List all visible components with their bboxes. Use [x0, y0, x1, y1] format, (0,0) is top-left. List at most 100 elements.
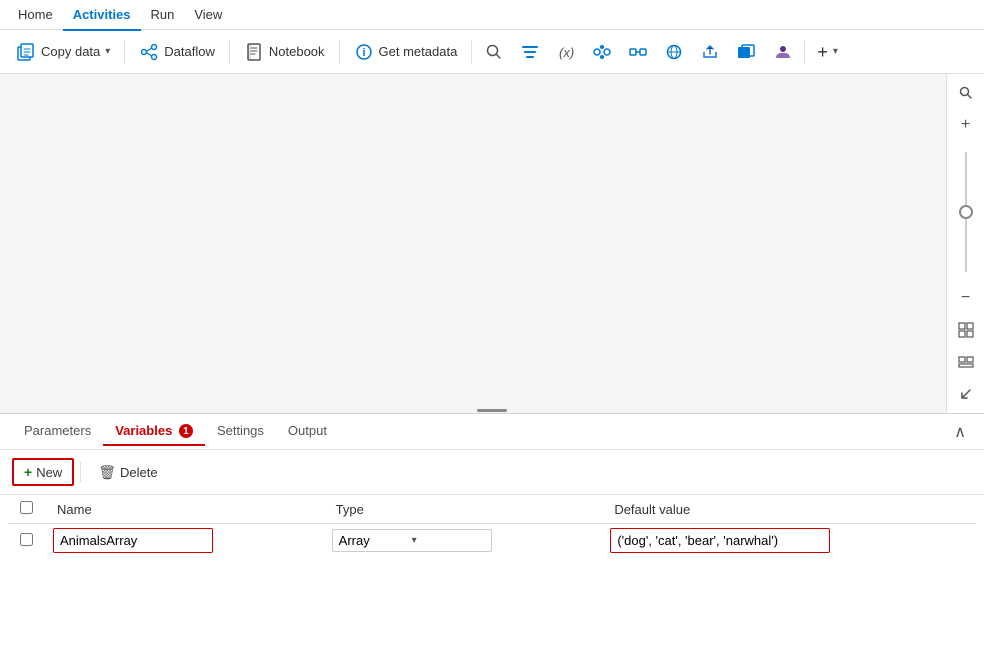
panel-collapse-button[interactable]: ∧	[948, 420, 972, 444]
copy-data-chevron: ▾	[105, 46, 110, 57]
zoom-slider-track[interactable]	[965, 152, 967, 272]
copy-data-button[interactable]: Copy data ▾	[8, 38, 118, 66]
search-toolbar-icon	[484, 42, 504, 62]
teams-icon	[772, 42, 792, 62]
zoom-in-button[interactable]: +	[951, 110, 981, 140]
notebook-icon	[244, 42, 264, 62]
name-input[interactable]	[53, 528, 213, 553]
row-default-value-cell	[602, 524, 976, 558]
row-checkbox-cell	[8, 524, 45, 558]
tab-parameters-label: Parameters	[24, 423, 91, 438]
svg-text:O: O	[744, 47, 750, 56]
more-label: +	[817, 43, 828, 61]
fit-page-button[interactable]	[951, 315, 981, 345]
zoom-slider-thumb[interactable]	[959, 205, 973, 219]
col-header-default-value: Default value	[602, 495, 976, 524]
search-toolbar-button[interactable]	[478, 38, 510, 66]
teams-button[interactable]	[766, 38, 798, 66]
tab-output-label: Output	[288, 423, 327, 438]
canvas-area: + −	[0, 74, 984, 414]
fit-width-button[interactable]	[951, 347, 981, 377]
tab-parameters[interactable]: Parameters	[12, 417, 103, 446]
collapse-bar-indicator	[477, 409, 507, 412]
menu-home[interactable]: Home	[8, 3, 63, 26]
copy-data-icon	[16, 42, 36, 62]
new-label: New	[36, 465, 62, 480]
filter-icon	[520, 42, 540, 62]
formula-icon: (x)	[556, 42, 576, 62]
search-canvas-button[interactable]	[951, 78, 981, 108]
share-button[interactable]	[694, 38, 726, 66]
type-select[interactable]: Array ▾	[332, 529, 492, 552]
delete-icon: 🗑	[98, 464, 116, 481]
dataflow-button[interactable]: Dataflow	[131, 38, 223, 66]
zoom-slider-container	[947, 142, 984, 281]
delete-button[interactable]: 🗑 Delete	[87, 459, 168, 486]
row-checkbox[interactable]	[20, 533, 33, 546]
toolbar-sep-5	[804, 40, 805, 64]
delete-label: Delete	[120, 465, 158, 480]
toolbar-sep-3	[339, 40, 340, 64]
row-name-cell	[45, 524, 324, 558]
share-icon	[700, 42, 720, 62]
collapse-canvas-button[interactable]	[951, 379, 981, 409]
globe-button[interactable]	[658, 38, 690, 66]
tab-settings-label: Settings	[217, 423, 264, 438]
notebook-button[interactable]: Notebook	[236, 38, 333, 66]
tab-settings[interactable]: Settings	[205, 417, 276, 446]
filter-button[interactable]	[514, 38, 546, 66]
menu-run[interactable]: Run	[141, 3, 185, 26]
new-button[interactable]: + New	[12, 458, 74, 486]
svg-text:i: i	[362, 47, 365, 59]
col-header-name: Name	[45, 495, 324, 524]
menu-bar: Home Activities Run View	[0, 0, 984, 30]
col-header-type: Type	[324, 495, 603, 524]
type-select-value: Array	[339, 533, 412, 548]
notebook-label: Notebook	[269, 44, 325, 59]
toolbar: Copy data ▾ Dataflow Notebook	[0, 30, 984, 74]
activities-icon	[592, 42, 612, 62]
zoom-in-icon: +	[961, 117, 970, 133]
dataflow-icon	[139, 42, 159, 62]
toolbar-sep-4	[471, 40, 472, 64]
toolbar-sep-2	[229, 40, 230, 64]
select-all-checkbox[interactable]	[20, 501, 33, 514]
copy-data-label: Copy data	[41, 44, 100, 59]
default-value-input[interactable]	[610, 528, 830, 553]
tab-variables-label: Variables	[115, 423, 172, 438]
pipeline-icon	[628, 42, 648, 62]
table-row: Array ▾	[8, 524, 976, 558]
variables-table: Name Type Default value	[8, 495, 976, 557]
metadata-icon: i	[354, 42, 374, 62]
formula-button[interactable]: (x)	[550, 38, 582, 66]
activities-button[interactable]	[586, 38, 618, 66]
toolbar-sep-1	[124, 40, 125, 64]
outlook-button[interactable]: O	[730, 38, 762, 66]
get-metadata-button[interactable]: i Get metadata	[346, 38, 466, 66]
action-row: + New 🗑 Delete	[0, 450, 984, 495]
col-header-checkbox	[8, 495, 45, 524]
row-type-cell: Array ▾	[324, 524, 603, 558]
outlook-icon: O	[736, 42, 756, 62]
new-plus-icon: +	[24, 464, 32, 480]
right-controls: + −	[946, 74, 984, 413]
menu-view[interactable]: View	[184, 3, 232, 26]
variables-badge: 1	[179, 424, 193, 438]
menu-activities[interactable]: Activities	[63, 3, 141, 26]
pipeline-button[interactable]	[622, 38, 654, 66]
type-select-chevron: ▾	[412, 535, 485, 546]
more-chevron: ▾	[833, 46, 838, 57]
action-separator	[80, 462, 81, 482]
panel-resize-handle[interactable]	[472, 407, 512, 413]
dataflow-label: Dataflow	[164, 44, 215, 59]
variables-table-container: Name Type Default value	[0, 495, 984, 557]
tab-output[interactable]: Output	[276, 417, 339, 446]
get-metadata-label: Get metadata	[379, 44, 458, 59]
zoom-out-button[interactable]: −	[951, 283, 981, 313]
svg-text:(x): (x)	[559, 45, 574, 60]
zoom-out-icon: −	[961, 290, 970, 306]
tabs-row: Parameters Variables 1 Settings Output ∧	[0, 414, 984, 450]
more-button[interactable]: + ▾	[811, 39, 844, 65]
tab-variables[interactable]: Variables 1	[103, 417, 205, 447]
globe-icon	[664, 42, 684, 62]
